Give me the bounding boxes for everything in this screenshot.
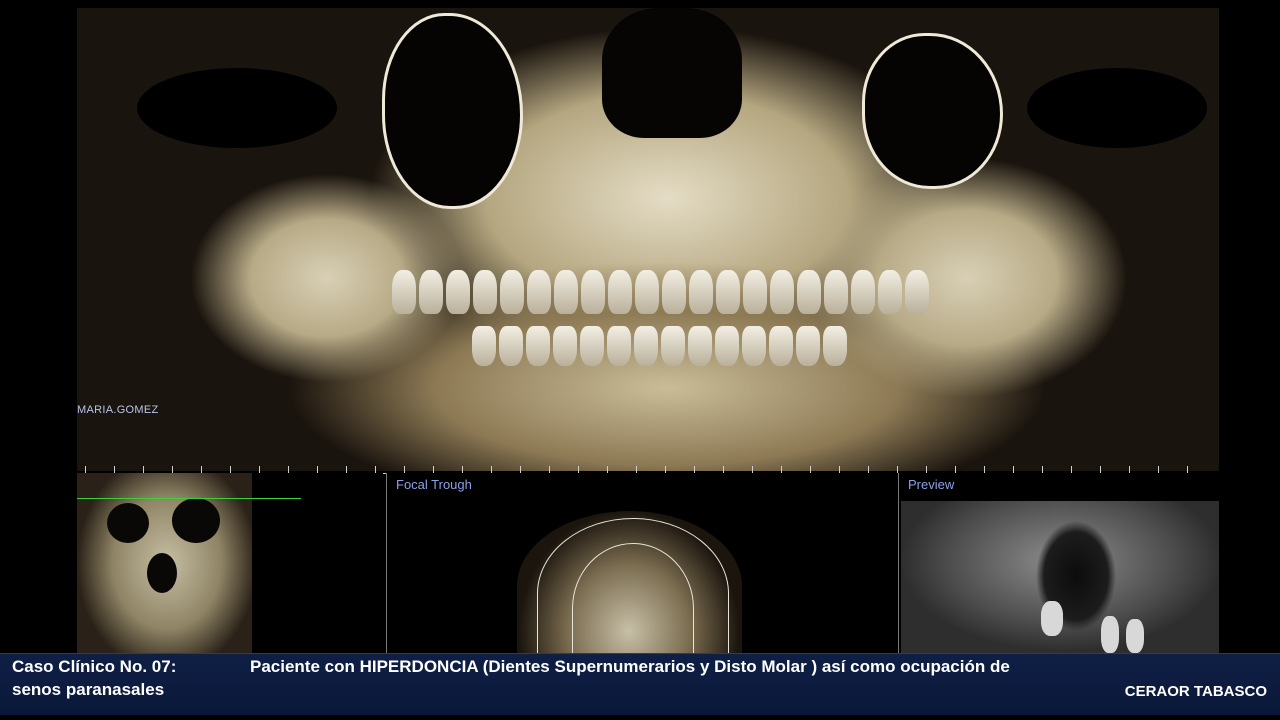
credit-label: CERAOR TABASCO bbox=[1124, 683, 1267, 700]
xray-preview-image bbox=[901, 501, 1219, 653]
upper-teeth bbox=[392, 270, 929, 314]
case-description: Paciente con HIPERDONCIA (Dientes Supern… bbox=[250, 657, 1010, 676]
skull-frontal-panel[interactable] bbox=[77, 473, 383, 653]
left-jaw-gap bbox=[137, 68, 337, 148]
caption-bar: Caso Clínico No. 07: Paciente con HIPERD… bbox=[0, 653, 1280, 716]
right-orbit bbox=[862, 33, 1003, 189]
3d-render-view[interactable] bbox=[77, 8, 1219, 471]
skull-thumbnail bbox=[77, 473, 252, 653]
right-jaw-gap bbox=[1027, 68, 1207, 148]
preview-panel[interactable]: Preview bbox=[899, 473, 1219, 653]
nasal-cavity bbox=[602, 8, 742, 138]
lower-teeth bbox=[472, 326, 847, 366]
focal-trough-title: Focal Trough bbox=[396, 477, 472, 492]
case-description-continued: senos paranasales bbox=[12, 680, 165, 699]
focal-trough-panel[interactable]: Focal Trough bbox=[386, 473, 899, 653]
preview-title: Preview bbox=[908, 477, 955, 492]
case-label: Caso Clínico No. 07: bbox=[12, 657, 177, 676]
operator-watermark: MARIA.GOMEZ bbox=[77, 404, 159, 416]
caption-bottom-border bbox=[0, 715, 1280, 720]
left-orbit bbox=[382, 13, 523, 209]
slice-reference-line[interactable] bbox=[77, 498, 301, 499]
